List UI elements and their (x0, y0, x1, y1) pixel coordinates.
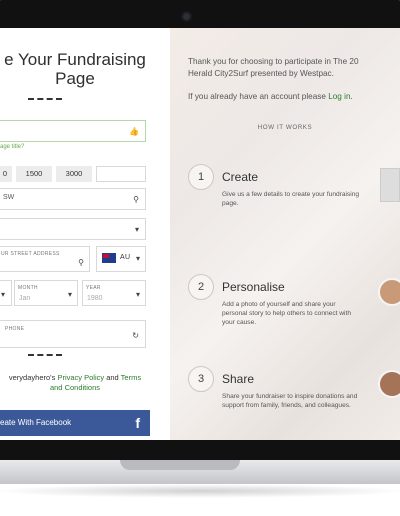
step-3-avatar (378, 370, 400, 398)
title-line-1: e Your Fundraising (4, 50, 146, 69)
step-1-number: 1 (188, 164, 214, 190)
street-address-field[interactable]: UR STREET ADDRESS ⚲ (0, 246, 90, 272)
suburb-value: SW (3, 194, 15, 201)
facebook-button-label: eate With Facebook (0, 418, 72, 427)
search-icon[interactable]: ⚲ (78, 258, 84, 267)
chevron-down-icon: ▾ (135, 290, 140, 299)
intro-line-1: Thank you for choosing to participate in… (188, 57, 359, 66)
page-title-input[interactable]: 👍 (0, 120, 146, 142)
step-2-number: 2 (188, 274, 214, 300)
amount-option-1[interactable]: 0 (0, 166, 12, 182)
custom-amount-input[interactable] (96, 166, 146, 182)
day-select[interactable]: ▾ (0, 280, 12, 306)
intro-text: Thank you for choosing to participate in… (188, 56, 400, 80)
terms-prefix: veryday (8, 373, 36, 382)
login-prompt: If you already have an account please Lo… (188, 92, 353, 101)
suburb-search-field[interactable]: SW ⚲ (0, 188, 146, 210)
search-icon[interactable]: ⚲ (133, 195, 139, 204)
chevron-down-icon: ▾ (67, 290, 72, 299)
conditions-link[interactable]: and Conditions (50, 383, 100, 392)
login-link[interactable]: Log in (328, 92, 350, 101)
step-1-title: Create (222, 170, 259, 184)
screen-bezel-bottom (0, 440, 400, 460)
title-divider (28, 98, 62, 102)
page-title-hint: age title? (0, 144, 25, 150)
step-3-title: Share (222, 372, 255, 386)
country-code: AU (120, 254, 131, 261)
laptop-shadow (0, 484, 400, 498)
australia-flag-icon (102, 253, 116, 263)
privacy-policy-link[interactable]: Privacy Policy (57, 373, 104, 382)
month-select[interactable]: MONTH Jan ▾ (14, 280, 78, 306)
step-1-screenshot (380, 168, 400, 202)
facebook-icon: f (135, 415, 140, 431)
screen: e Your Fundraising Page 👍 age title? 0 1… (0, 28, 400, 440)
how-it-works-panel: Thank you for choosing to participate in… (170, 28, 400, 440)
year-select[interactable]: YEAR 1980 ▾ (82, 280, 146, 306)
login-prompt-text: If you already have an account please (188, 92, 329, 101)
refresh-icon[interactable]: ↻ (132, 331, 139, 340)
terms-and: and (104, 373, 121, 382)
terms-link[interactable]: Terms (121, 373, 141, 382)
step-2-desc: Add a photo of yourself and share your p… (222, 301, 352, 326)
phone-field[interactable]: PHONE ↻ (0, 320, 146, 348)
step-2-avatar (378, 278, 400, 306)
month-label: MONTH (18, 285, 38, 291)
thumbs-up-icon: 👍 (129, 127, 139, 136)
how-it-works-heading: HOW IT WORKS (257, 124, 313, 131)
amount-option-2[interactable]: 1500 (16, 166, 52, 182)
terms-text: verydayhero's Privacy Policy and Terms a… (0, 373, 170, 393)
chevron-down-icon: ▾ (134, 225, 139, 234)
page-title: e Your Fundraising Page (0, 50, 180, 88)
street-address-label: UR STREET ADDRESS (1, 251, 60, 257)
distance-select[interactable]: ▾ (0, 218, 146, 240)
laptop-base (0, 460, 400, 484)
title-line-2: Page (55, 69, 95, 88)
webcam-icon (183, 13, 190, 20)
chevron-down-icon: ▾ (1, 290, 6, 299)
step-3-desc: Share your fundraiser to inspire donatio… (222, 393, 358, 409)
step-3-number: 3 (188, 366, 214, 392)
intro-line-2: Herald City2Surf presented by Westpac. (188, 69, 334, 78)
login-prompt-suffix: . (350, 92, 353, 101)
signup-form-panel: e Your Fundraising Page 👍 age title? 0 1… (0, 28, 170, 440)
year-value: 1980 (87, 295, 103, 302)
form-divider (28, 354, 62, 358)
terms-hero: hero's (35, 373, 58, 382)
month-value: Jan (19, 295, 31, 302)
chevron-down-icon: ▾ (136, 254, 141, 263)
step-1-desc: Give us a few details to create your fun… (222, 191, 360, 207)
phone-label: PHONE (5, 326, 25, 332)
year-label: YEAR (86, 285, 101, 291)
create-with-facebook-button[interactable]: eate With Facebook f (0, 410, 150, 436)
amount-option-3[interactable]: 3000 (56, 166, 92, 182)
step-2-title: Personalise (222, 280, 285, 294)
laptop-notch (120, 460, 240, 470)
